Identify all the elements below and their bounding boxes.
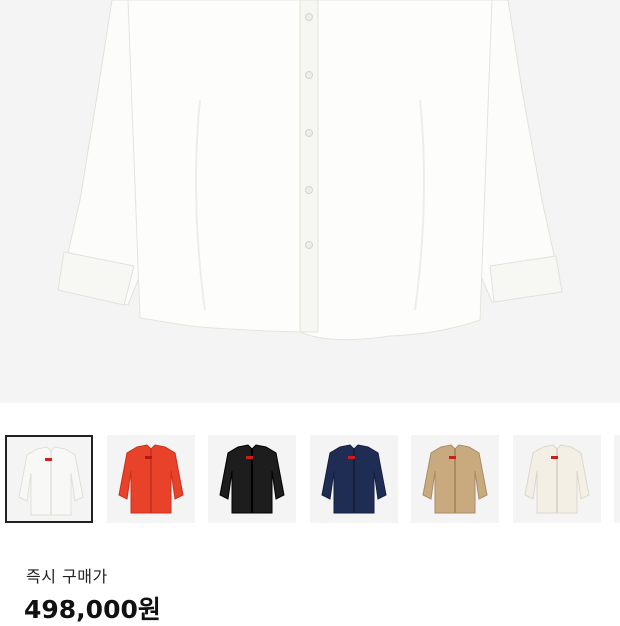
white-shirt-image (57, 0, 563, 341)
shirt-icon (18, 446, 84, 516)
thumbnail-black[interactable] (208, 435, 296, 523)
color-thumbnail-strip (0, 435, 620, 525)
shirt-icon (118, 444, 184, 514)
shirt-icon (321, 444, 387, 514)
thumbnail-cream[interactable] (513, 435, 601, 523)
thumbnail-white[interactable] (5, 435, 93, 523)
shirt-icon (219, 444, 285, 514)
product-main-image[interactable] (0, 0, 620, 403)
thumbnail-red[interactable] (107, 435, 195, 523)
shirt-icon (422, 444, 488, 514)
shirt-icon (524, 444, 590, 514)
instant-buy-price-label: 즉시 구매가 (26, 567, 108, 586)
thumbnail-navy[interactable] (310, 435, 398, 523)
thumbnail-tan[interactable] (411, 435, 499, 523)
instant-buy-price: 498,000원 (24, 595, 161, 624)
thumbnail-partial[interactable] (614, 435, 620, 523)
